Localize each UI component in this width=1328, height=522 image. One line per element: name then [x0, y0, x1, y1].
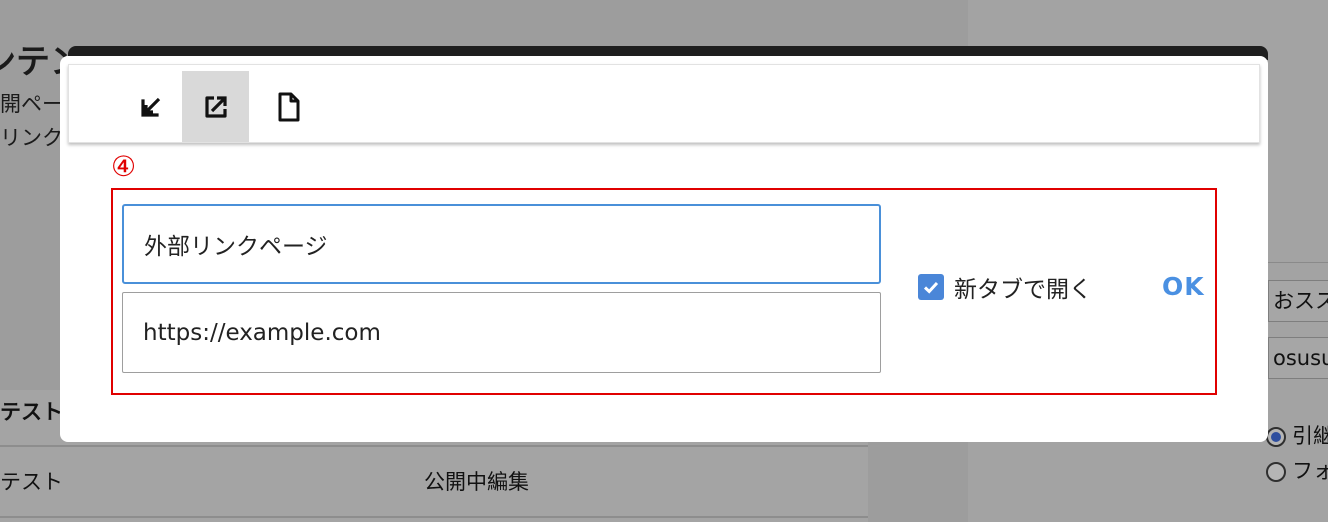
- background-row-name: テスト: [0, 470, 63, 494]
- link-title-input[interactable]: [122, 204, 881, 284]
- background-radio-label: フォ: [1292, 459, 1328, 483]
- divider: [0, 445, 868, 447]
- radio-selected-icon: [1266, 427, 1286, 447]
- background-input: osusu: [1268, 337, 1328, 379]
- external-link-icon: [204, 95, 227, 118]
- background-text-line: 開ペー: [0, 92, 63, 116]
- step-marker: ④: [111, 150, 137, 183]
- background-radio-option: フォ: [1266, 455, 1328, 485]
- link-type-toolbar: [68, 64, 1260, 143]
- new-tab-label: 新タブで開く: [954, 277, 1092, 303]
- link-url-input[interactable]: [122, 292, 881, 373]
- external-link-button[interactable]: [182, 71, 249, 142]
- open-in-new-tab-checkbox[interactable]: 新タブで開く: [918, 270, 1092, 304]
- page-link-button[interactable]: [255, 71, 322, 142]
- link-editor-modal: ④ 新タブで開く OK: [60, 56, 1268, 442]
- checkbox-checked-icon: [918, 274, 944, 300]
- internal-link-button[interactable]: [117, 71, 184, 142]
- background-table-header: テスト: [0, 400, 63, 424]
- background-radio-option: 引継: [1266, 420, 1328, 450]
- background-row-status: 公開中編集: [424, 470, 529, 494]
- background-radio-label: 引継: [1292, 424, 1328, 448]
- divider: [1268, 262, 1328, 263]
- page-icon: [278, 92, 299, 121]
- background-input: おスス: [1268, 280, 1328, 322]
- ok-button[interactable]: OK: [1162, 270, 1205, 304]
- radio-icon: [1266, 462, 1286, 482]
- background-text-line: リンク: [0, 126, 63, 150]
- divider: [0, 516, 868, 518]
- import-icon: [140, 97, 160, 117]
